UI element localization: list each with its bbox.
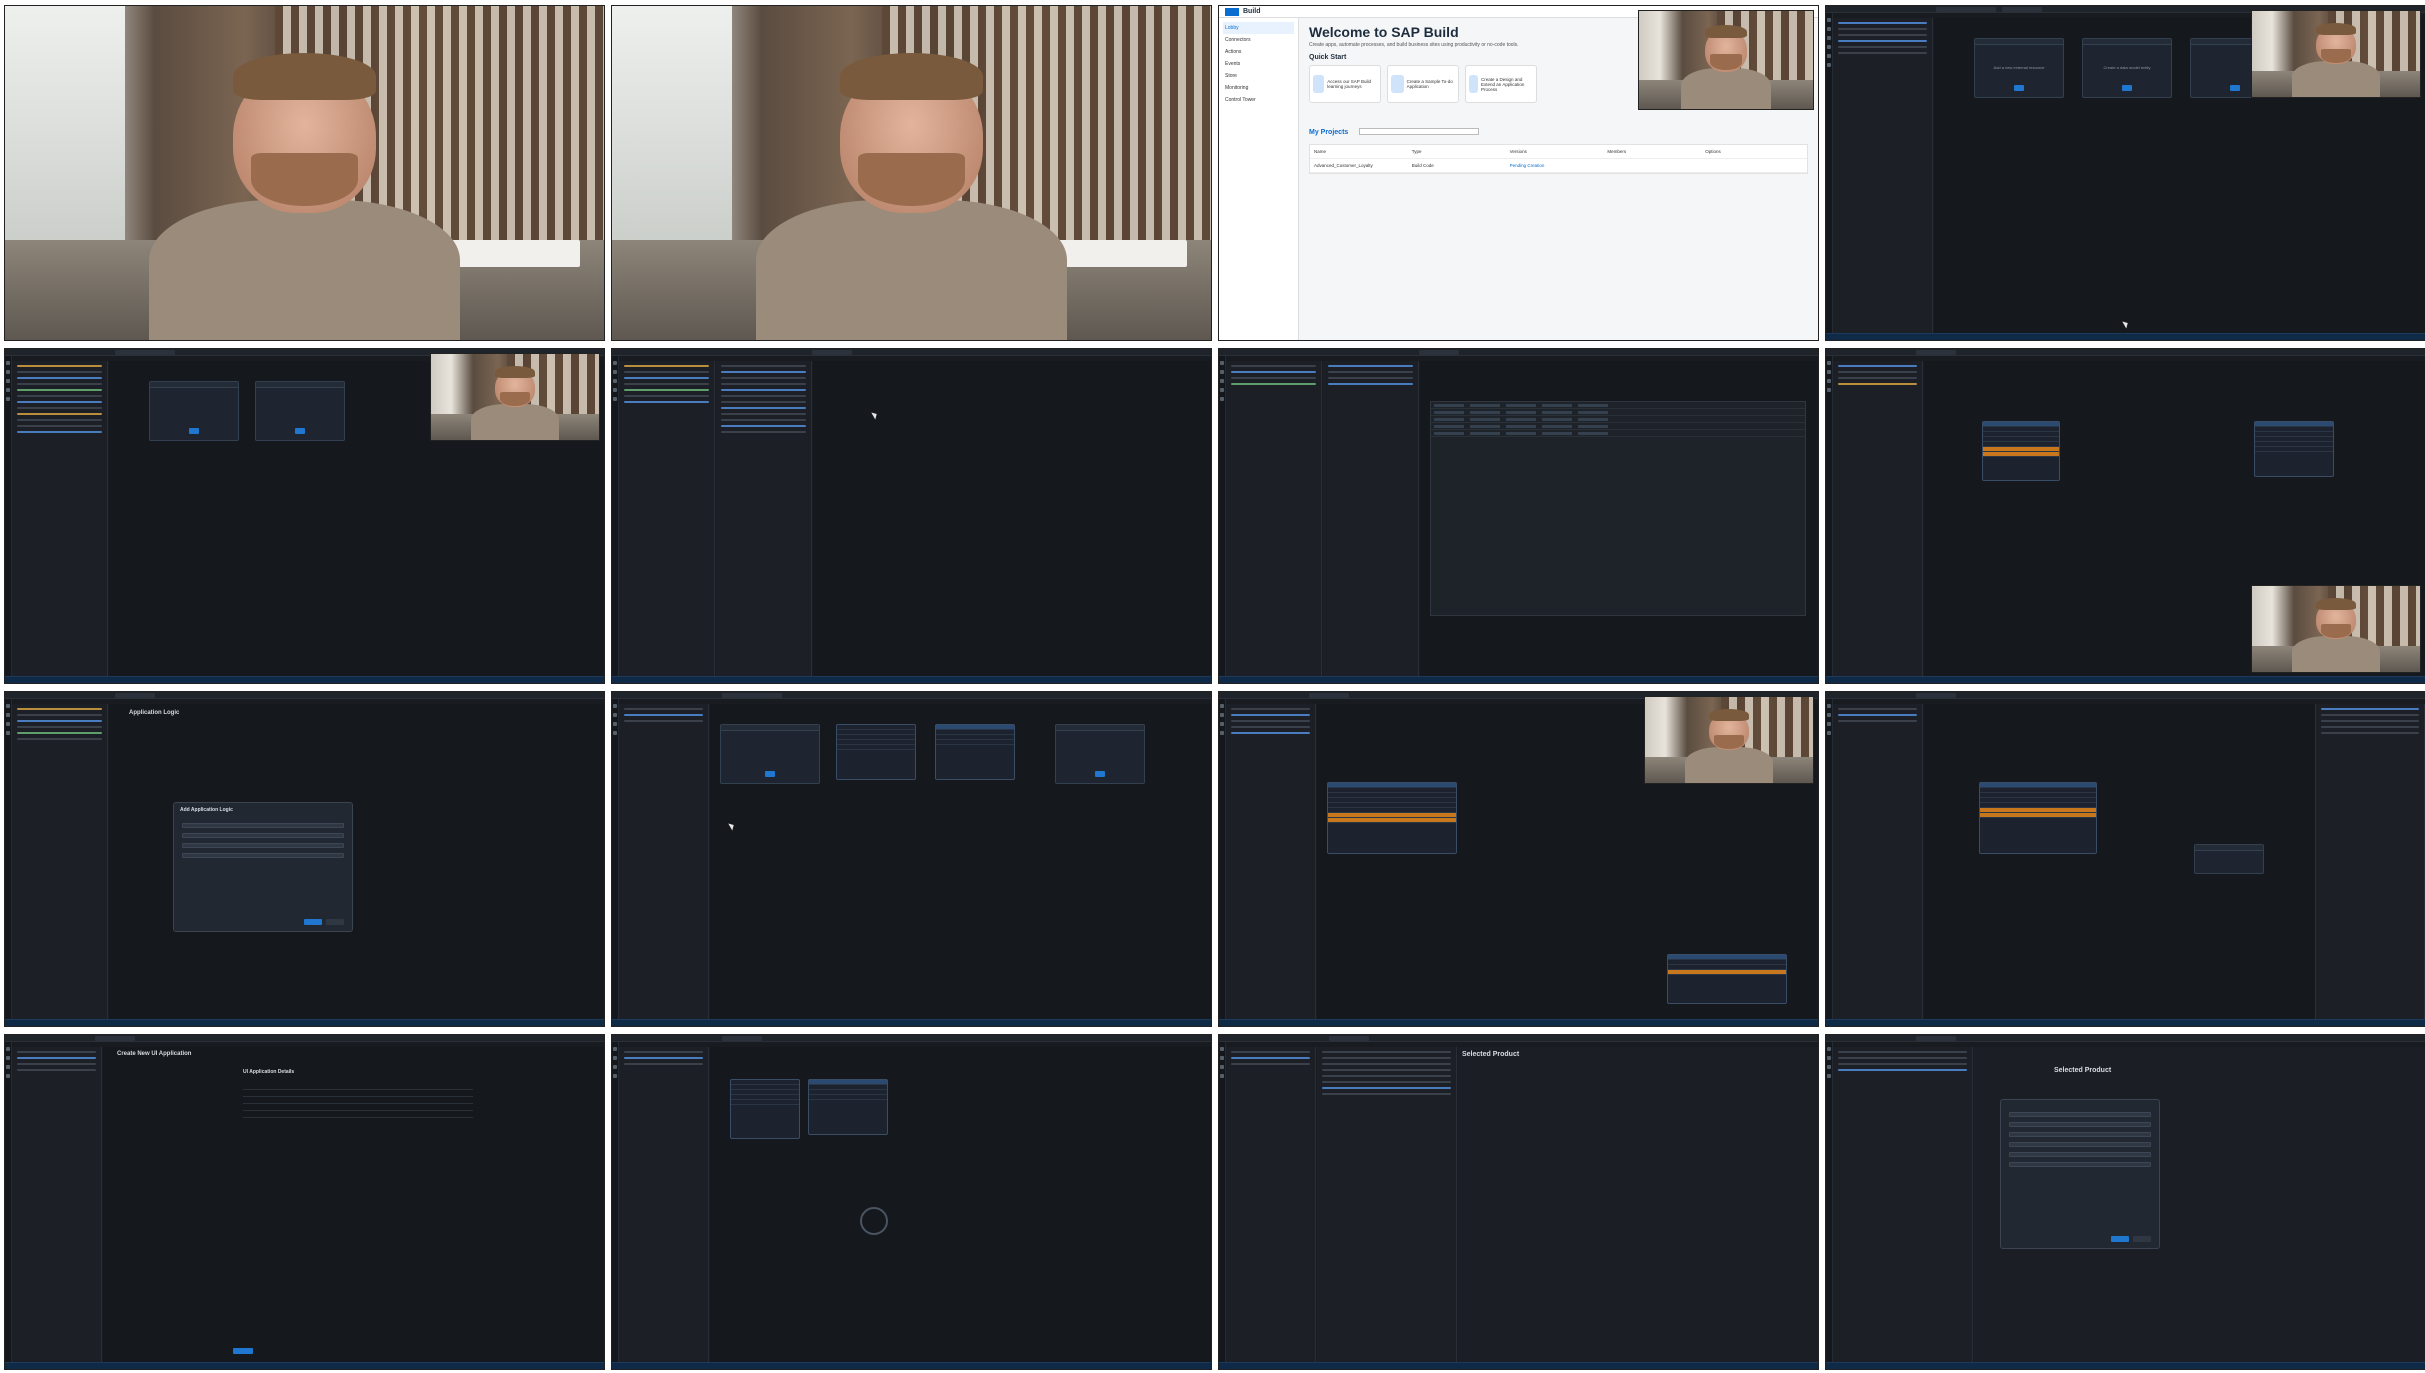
next-button[interactable] (233, 1348, 253, 1354)
projects-search-input[interactable] (1358, 128, 1479, 136)
projects-table: Name Type Versions Members Options Advanced_… (1309, 144, 1808, 174)
quick-start-card[interactable]: Access our SAP Build learning journeys (1309, 65, 1381, 103)
sidebar-item-monitoring[interactable]: Monitoring (1223, 82, 1294, 94)
quick-start-heading: Quick Start (1309, 54, 1347, 61)
page-subtitle: Create apps, automate processes, and bui… (1309, 42, 1519, 48)
page-title: Welcome to SAP Build (1309, 24, 1459, 40)
projects-heading: My Projects (1309, 129, 1349, 136)
selected-product-heading: Selected Product (1462, 1051, 1520, 1058)
sidebar-item-events[interactable]: Events (1223, 58, 1294, 70)
sidebar-item-store[interactable]: Store (1223, 70, 1294, 82)
table-row[interactable]: Advanced_Customer_Loyalty Build Code Pendi… (1310, 159, 1807, 173)
create-ui-title: Create New UI Application (117, 1051, 192, 1057)
webcam-frame-1 (4, 5, 605, 341)
video-thumbnail-grid: Build Lobby Connectors Actions Events St… (4, 5, 2425, 1370)
ide-frame-storyboard: Add a new external resource Create a dat… (1825, 5, 2425, 341)
webcam-pip (1644, 696, 1814, 784)
cancel-button[interactable] (326, 919, 344, 925)
add-application-logic-dialog: Add Application Logic (173, 802, 353, 932)
sap-logo-icon (1225, 7, 1239, 16)
quick-start-card[interactable]: Create a Design and Extend an Applicatio… (1465, 65, 1537, 103)
webcam-pip (430, 353, 600, 441)
sap-build-lobby-frame: Build Lobby Connectors Actions Events St… (1218, 5, 1819, 341)
ide-frame-create-ui-app: Create New UI Application UI Application… (4, 1034, 605, 1370)
loading-spinner-icon (860, 1207, 888, 1235)
ide-frame-sample-data (1218, 348, 1819, 684)
ok-button[interactable] (2111, 1236, 2129, 1242)
webcam-pip (1638, 10, 1814, 110)
sidebar-item-connectors[interactable]: Connectors (1223, 34, 1294, 46)
webcam-pip (2251, 10, 2421, 98)
ide-frame-ui-app-loading (611, 1034, 1212, 1370)
projects-section: My Projects Name Type Versions Members Optio… (1309, 126, 1808, 174)
ide-frame-data-model-graph (1825, 348, 2425, 684)
create-button[interactable] (304, 919, 322, 925)
sidebar-item-control-tower[interactable]: Control Tower (1223, 94, 1294, 106)
ui-details-title: UI Application Details (243, 1069, 295, 1075)
webcam-pip (2251, 585, 2421, 673)
ide-frame-cds-code (4, 348, 605, 684)
cancel-button[interactable] (2133, 1236, 2151, 1242)
table-header: Name Type Versions Members Options (1310, 145, 1807, 159)
quick-start-card[interactable]: Create a Sample To-do Application (1387, 65, 1459, 103)
ide-frame-value-help-dialog: Selected Product (1825, 1034, 2425, 1370)
value-help-dialog (2000, 1099, 2160, 1249)
ide-frame-product-panel (1825, 691, 2425, 1027)
ide-frame-entity-list (611, 348, 1212, 684)
ide-frame-add-logic-dialog: Application Logic Add Application Logic (4, 691, 605, 1027)
ide-frame-page-editor: Selected Product (1218, 1034, 1819, 1370)
webcam-frame-2 (611, 5, 1212, 341)
brand-label: Build (1243, 8, 1261, 15)
sidebar-item-actions[interactable]: Actions (1223, 46, 1294, 58)
ide-frame-storyboard-services (611, 691, 1212, 1027)
sap-sidebar: Lobby Connectors Actions Events Store Mo… (1219, 18, 1299, 340)
sap-main: Welcome to SAP Build Create apps, automa… (1309, 22, 1648, 103)
sidebar-item-lobby[interactable]: Lobby (1223, 22, 1294, 34)
ide-frame-service-graph (1218, 691, 1819, 1027)
